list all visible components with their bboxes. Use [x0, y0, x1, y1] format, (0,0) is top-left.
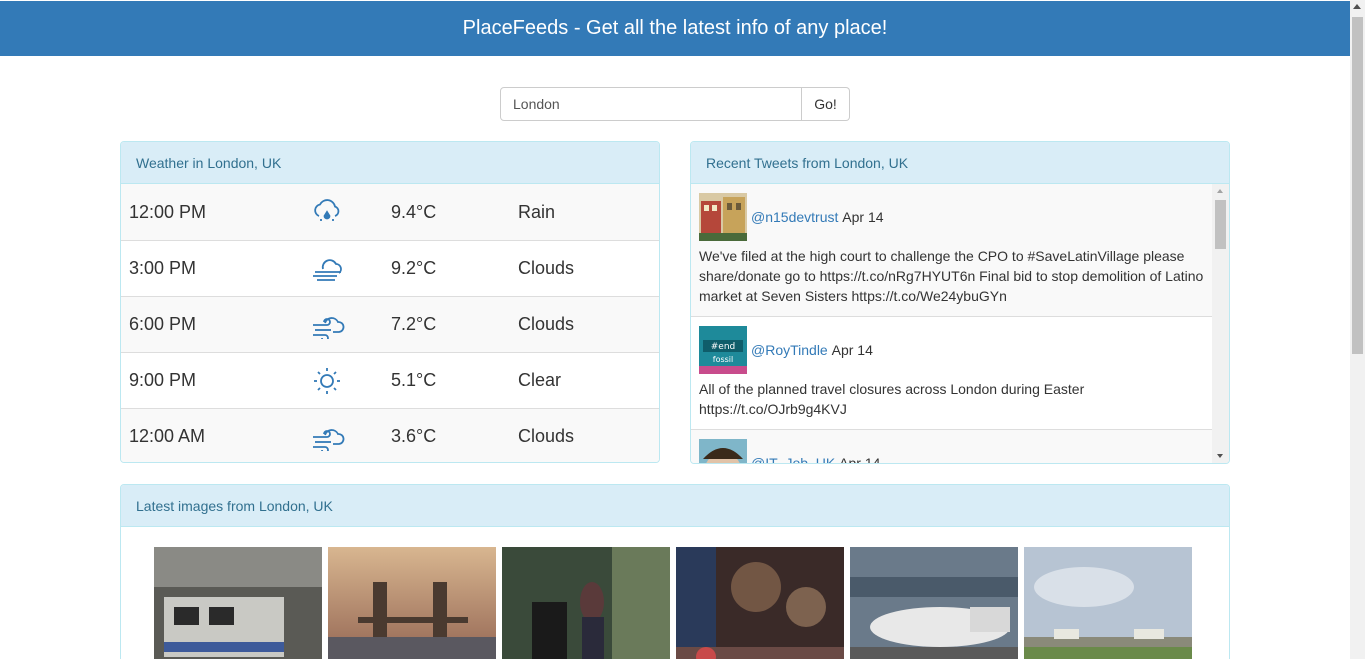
scroll-up-icon[interactable]	[1353, 4, 1361, 9]
tweet-text: All of the planned travel closures acros…	[699, 381, 1085, 417]
weather-row: 6:00 PM 7.2°C Clouds	[121, 296, 659, 352]
weather-row: 12:00 AM 3.6°C Clouds	[121, 408, 659, 462]
images-panel: Latest images from London, UK	[120, 484, 1230, 659]
weather-desc: Clouds	[518, 258, 575, 278]
tweet-item: @IT_Job_UK Apr 14	[691, 430, 1213, 464]
rain-cloud-icon	[301, 198, 391, 226]
tweet-list[interactable]: @n15devtrust Apr 14 We've filed at the h…	[691, 184, 1229, 464]
tweets-panel: Recent Tweets from London, UK @n15devtru…	[690, 141, 1230, 464]
weather-time: 3:00 PM	[129, 258, 197, 278]
images-heading: Latest images from London, UK	[121, 485, 1229, 527]
tweet-handle[interactable]: @IT_Job_UK	[751, 453, 835, 463]
image-gallery	[121, 527, 1229, 659]
tweet-handle[interactable]: @RoyTindle	[751, 340, 828, 360]
weather-time: 9:00 PM	[129, 370, 197, 390]
scroll-down-icon[interactable]	[1217, 454, 1223, 458]
weather-temp: 9.2°C	[391, 258, 437, 278]
page-scrollbar[interactable]	[1350, 0, 1365, 659]
photo-tower-bridge[interactable]	[328, 547, 496, 659]
weather-time: 12:00 AM	[129, 426, 206, 446]
svg-text:#end: #end	[711, 342, 736, 352]
tweet-item: @n15devtrust Apr 14 We've filed at the h…	[691, 184, 1213, 317]
photo-greenwich[interactable]	[1024, 547, 1192, 659]
weather-row: 9:00 PM 5.1°C Clear	[121, 352, 659, 408]
photo-street-lights[interactable]	[676, 547, 844, 659]
tweet-scrollbar[interactable]	[1212, 184, 1229, 463]
avatar[interactable]: #end fossil	[699, 326, 747, 374]
search-bar: Go!	[500, 87, 850, 121]
weather-time: 6:00 PM	[129, 314, 197, 334]
weather-row: 12:00 PM 9.4°C Rain	[121, 184, 659, 240]
weather-table: 12:00 PM 9.4°C Rain 3:00 PM 9.2°C Clouds	[121, 184, 659, 462]
weather-desc: Clear	[518, 370, 562, 390]
weather-temp: 5.1°C	[391, 370, 437, 390]
page-title: PlaceFeeds - Get all the latest info of …	[462, 17, 888, 39]
scrollbar-thumb[interactable]	[1352, 17, 1363, 354]
tweet-handle[interactable]: @n15devtrust	[751, 207, 838, 227]
tweets-heading: Recent Tweets from London, UK	[691, 142, 1229, 184]
svg-text:fossil: fossil	[713, 355, 734, 364]
weather-desc: Clouds	[518, 426, 575, 446]
weather-desc: Rain	[518, 201, 556, 222]
go-button[interactable]: Go!	[802, 87, 850, 121]
fog-cloud-icon	[301, 255, 391, 283]
weather-temp: 7.2°C	[391, 314, 437, 334]
weather-panel: Weather in London, UK 12:00 PM 9.4°C Rai…	[120, 141, 660, 463]
weather-temp: 3.6°C	[391, 426, 437, 446]
tweet-date: Apr 14	[839, 455, 881, 464]
photo-game-scene[interactable]	[502, 547, 670, 659]
weather-temp: 9.4°C	[391, 201, 437, 222]
scroll-up-icon[interactable]	[1217, 189, 1223, 193]
weather-desc: Clouds	[518, 314, 575, 334]
photo-airport[interactable]	[850, 547, 1018, 659]
weather-time: 12:00 PM	[129, 201, 207, 222]
weather-row: 3:00 PM 9.2°C Clouds	[121, 240, 659, 296]
weather-heading: Weather in London, UK	[121, 142, 659, 184]
windy-cloud-icon	[301, 311, 391, 339]
photo-train[interactable]	[154, 547, 322, 659]
app-header: PlaceFeeds - Get all the latest info of …	[0, 1, 1350, 56]
search-input[interactable]	[500, 87, 802, 121]
tweet-date: Apr 14	[831, 342, 873, 358]
windy-cloud-icon	[301, 423, 391, 451]
avatar[interactable]	[699, 439, 747, 464]
tweet-item: #end fossil @RoyTindle Apr 14 All of the…	[691, 317, 1213, 430]
tweet-date: Apr 14	[842, 209, 884, 225]
scrollbar-thumb[interactable]	[1215, 200, 1226, 249]
tweet-text: We've filed at the high court to challen…	[699, 248, 1204, 304]
avatar[interactable]	[699, 193, 747, 241]
sun-icon	[301, 366, 391, 396]
